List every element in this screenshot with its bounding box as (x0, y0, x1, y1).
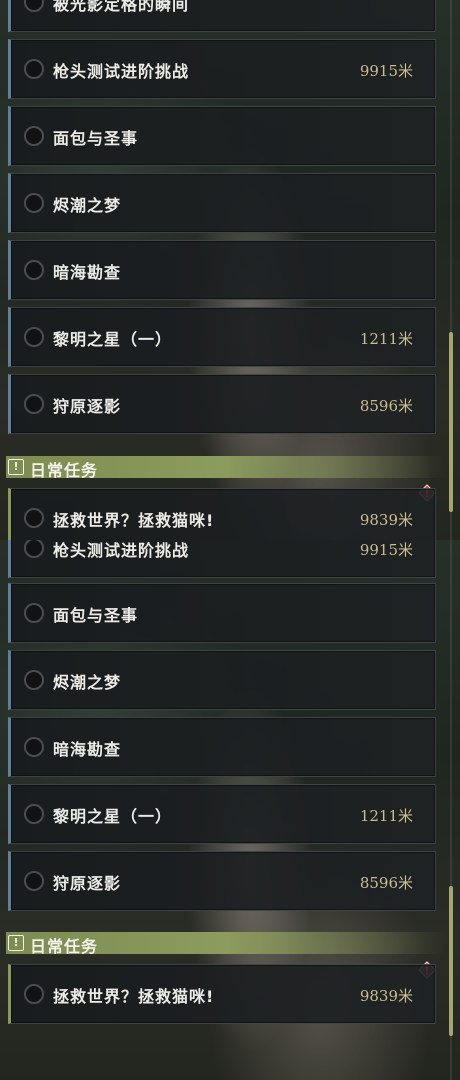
quest-list-panel-bottom: 枪头测试进阶挑战 9915米 面包与圣事 烬潮之梦 暗海勘查 黎明之星（一） 1… (0, 540, 460, 1080)
quest-title: 枪头测试进阶挑战 (53, 62, 190, 81)
quest-distance: 9839米 (359, 987, 413, 1005)
quest-title: 黎明之星（一） (53, 330, 173, 349)
quest-distance: 9915米 (359, 541, 413, 559)
quest-distance: 8596米 (359, 874, 413, 892)
quest-title: 拯救世界？拯救猫咪! (53, 511, 215, 530)
status-circle-icon (24, 871, 44, 891)
scrollbar-thumb[interactable] (449, 886, 453, 1036)
quest-title: 暗海勘查 (53, 263, 122, 282)
quest-title: 拯救世界？拯救猫咪! (53, 987, 215, 1006)
quest-item[interactable]: 面包与圣事 (8, 583, 436, 643)
status-circle-icon (24, 394, 44, 414)
quest-distance: 8596米 (359, 397, 413, 415)
exclamation-box-icon: ! (8, 935, 24, 951)
quest-item[interactable]: 狩原逐影 8596米 (8, 851, 436, 911)
quest-list: 枪头测试进阶挑战 9915米 面包与圣事 烬潮之梦 暗海勘查 黎明之星（一） 1… (0, 540, 460, 1080)
quest-item[interactable]: 面包与圣事 (8, 106, 436, 166)
quest-title: 被光影定格的瞬间 (53, 0, 190, 14)
status-circle-icon (24, 984, 44, 1004)
status-circle-icon (24, 327, 44, 347)
status-circle-icon (24, 804, 44, 824)
status-circle-icon (24, 670, 44, 690)
quest-title: 狩原逐影 (53, 874, 122, 893)
scrollbar-thumb[interactable] (449, 332, 453, 512)
quest-distance: 1211米 (359, 330, 413, 348)
quest-distance: 9915米 (359, 62, 413, 80)
quest-distance: 1211米 (359, 807, 413, 825)
quest-title: 烬潮之梦 (53, 673, 122, 692)
daily-quest-item[interactable]: 拯救世界？拯救猫咪! 9839米 (8, 488, 436, 540)
quest-distance: 9839米 (359, 511, 413, 529)
quest-title: 面包与圣事 (53, 606, 139, 625)
status-circle-icon (24, 603, 44, 623)
status-circle-icon (24, 737, 44, 757)
status-circle-icon (24, 540, 44, 558)
quest-title: 烬潮之梦 (53, 196, 122, 215)
quest-list-panel-top: 被光影定格的瞬间 枪头测试进阶挑战 9915米 面包与圣事 烬潮之梦 暗海勘查 … (0, 0, 460, 540)
quest-item[interactable]: 枪头测试进阶挑战 9915米 (8, 540, 436, 578)
quest-item[interactable]: 暗海勘查 (8, 240, 436, 300)
section-title: 日常任务 (30, 461, 99, 480)
quest-title: 狩原逐影 (53, 397, 122, 416)
status-circle-icon (24, 260, 44, 280)
quest-title: 黎明之星（一） (53, 807, 173, 826)
status-circle-icon (24, 59, 44, 79)
quest-item[interactable]: 烬潮之梦 (8, 650, 436, 710)
status-circle-icon (24, 508, 44, 528)
exclamation-box-icon: ! (8, 459, 24, 475)
section-header-daily[interactable]: ! 日常任务 (6, 456, 446, 480)
quest-item[interactable]: 狩原逐影 8596米 (8, 374, 436, 434)
quest-item[interactable]: 烬潮之梦 (8, 173, 436, 233)
quest-title: 暗海勘查 (53, 740, 122, 759)
status-circle-icon (24, 126, 44, 146)
section-header-daily[interactable]: ! 日常任务 (6, 932, 446, 956)
quest-title: 枪头测试进阶挑战 (53, 541, 190, 560)
quest-item[interactable]: 黎明之星（一） 1211米 (8, 307, 436, 367)
daily-quest-item[interactable]: 拯救世界？拯救猫咪! 9839米 (8, 964, 436, 1024)
quest-title: 面包与圣事 (53, 129, 139, 148)
quest-item[interactable]: 被光影定格的瞬间 (8, 0, 436, 32)
section-title: 日常任务 (30, 937, 99, 956)
status-circle-icon (24, 0, 44, 12)
status-circle-icon (24, 193, 44, 213)
quest-item[interactable]: 黎明之星（一） 1211米 (8, 784, 436, 844)
quest-list: 被光影定格的瞬间 枪头测试进阶挑战 9915米 面包与圣事 烬潮之梦 暗海勘查 … (0, 0, 460, 540)
quest-item[interactable]: 枪头测试进阶挑战 9915米 (8, 39, 436, 99)
quest-item[interactable]: 暗海勘查 (8, 717, 436, 777)
